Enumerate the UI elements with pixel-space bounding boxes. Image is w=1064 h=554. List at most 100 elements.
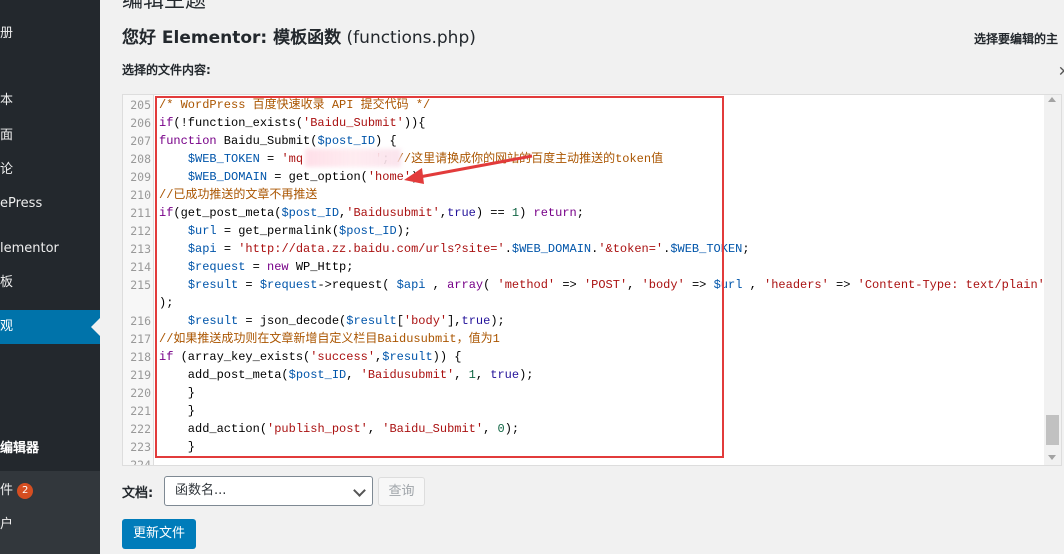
close-icon[interactable]: ✕	[1058, 64, 1064, 80]
code-token: $post_ID	[339, 224, 397, 238]
code-token: 'Baidusubmit'	[346, 206, 440, 220]
line-number: 207	[130, 134, 151, 148]
update-file-button[interactable]: 更新文件	[122, 519, 196, 549]
sidebar-item-1[interactable]: 本	[0, 84, 100, 118]
sidebar-item-label: 板	[0, 275, 14, 290]
code-token: if	[159, 350, 174, 364]
line-number: 215	[130, 278, 151, 292]
sidebar-item-label: ePress	[0, 196, 43, 211]
code-token: '&token='	[598, 242, 664, 256]
code-text: add_action('publish_post', 'Baidu_Submit…	[159, 420, 519, 438]
code-token: function	[159, 134, 217, 148]
code-text: //已成功推送的文章不再推送	[159, 186, 317, 204]
code-text: if(get_post_meta($post_ID,'Baidusubmit',…	[159, 204, 584, 222]
line-number: 214	[130, 260, 151, 274]
code-token: //已成功推送的文章不再推送	[159, 188, 318, 202]
code-token: ,	[425, 278, 448, 292]
code-token: /* WordPress 百度快速收录 API 提交代码 */	[159, 98, 431, 112]
code-token: 1	[468, 368, 476, 382]
code-text: $url = get_permalink($post_ID);	[159, 222, 411, 240]
code-token: (get_post_meta(	[173, 206, 282, 220]
sidebar-item-label: 面	[0, 128, 14, 143]
line-number: 219	[130, 368, 151, 382]
code-token: true	[447, 206, 476, 220]
redacted-token-blur	[305, 149, 401, 167]
code-token: = get_permalink(	[216, 224, 340, 238]
code-token: $request	[259, 278, 318, 292]
sidebar-item-templates[interactable]: 板	[0, 266, 100, 300]
code-token: =	[238, 278, 260, 292]
code-token: ,	[483, 422, 498, 436]
code-token: );	[519, 368, 534, 382]
line-number: 216	[130, 314, 151, 328]
code-token: $WEB_DOMAIN	[187, 170, 268, 184]
code-token: (	[483, 278, 498, 292]
code-token: $url	[187, 224, 217, 238]
code-token: );	[396, 224, 412, 238]
editor-scrollbar[interactable]	[1044, 95, 1061, 465]
sidebar-item-2[interactable]: 面	[0, 119, 100, 153]
code-text: }	[159, 438, 195, 456]
line-number: 223	[130, 440, 151, 454]
admin-sidebar: 册 本 面 论 ePress lementor 板 观 编辑器 件2 户	[0, 0, 100, 554]
code-token: ],	[447, 314, 462, 328]
code-token: =	[259, 152, 282, 166]
code-token: (!function_exists(	[173, 116, 304, 130]
code-token: =>	[828, 278, 858, 292]
sidebar-item-0[interactable]: 册	[0, 17, 100, 51]
line-number: 212	[130, 224, 151, 238]
code-token: add_post_meta(	[159, 368, 289, 382]
scrollbar-thumb[interactable]	[1046, 415, 1059, 445]
code-token: = json_decode(	[238, 314, 347, 328]
code-token: $api	[396, 278, 426, 292]
code-token: $result	[187, 278, 239, 292]
line-number: 213	[130, 242, 151, 256]
code-token: add_action(	[159, 422, 268, 436]
code-token: $request	[187, 260, 246, 274]
file-content-label: 选择的文件内容:	[122, 63, 211, 77]
code-token: $post_ID	[317, 134, 376, 148]
line-number: 220	[130, 386, 151, 400]
code-text: $result = $request->request( $api , arra…	[159, 276, 1052, 294]
code-token: 'publish_post'	[267, 422, 368, 436]
sidebar-item-elementor[interactable]: lementor	[0, 232, 100, 266]
sidebar-item-3[interactable]: 论	[0, 153, 100, 187]
sidebar-item-wordpress[interactable]: ePress	[0, 187, 100, 221]
code-token: $result	[382, 350, 433, 364]
code-token: $result	[187, 314, 239, 328]
code-text: $WEB_DOMAIN = get_option('home');	[159, 168, 426, 186]
code-token: ) ==	[475, 206, 512, 220]
code-token: ,	[454, 368, 469, 382]
code-token: }	[159, 440, 196, 454]
lookup-button[interactable]: 查询	[378, 477, 425, 506]
sidebar-item-users[interactable]: 户	[0, 508, 100, 542]
code-token: = get_option(	[267, 170, 368, 184]
code-text: );	[159, 294, 173, 312]
code-token: Baidu_Submit(	[216, 134, 318, 148]
code-token: ,	[742, 278, 765, 292]
page-title: 编辑主题	[122, 0, 206, 12]
line-number: 217	[130, 332, 151, 346]
code-token: true	[490, 368, 520, 382]
sidebar-item-label: 论	[0, 162, 14, 177]
sidebar-item-appearance[interactable]: 观	[0, 310, 100, 344]
sidebar-item-plugins[interactable]: 件2	[0, 474, 100, 508]
line-number: 206	[130, 116, 151, 130]
code-token: $WEB_DOMAIN	[511, 242, 592, 256]
code-token: ;	[742, 242, 750, 256]
sidebar-item-editor[interactable]: 编辑器	[0, 432, 100, 466]
code-token: true	[461, 314, 491, 328]
code-token: (array_key_exists(	[173, 350, 311, 364]
code-token: }	[159, 404, 196, 418]
code-editor[interactable]: 205/* WordPress 百度快速收录 API 提交代码 */206 if(…	[122, 94, 1062, 466]
line-number: 218	[130, 350, 151, 364]
file-title-filename: (functions.php)	[346, 28, 476, 48]
function-name-select[interactable]: 函数名...	[164, 476, 373, 506]
scroll-up-icon[interactable]	[1048, 97, 1056, 102]
scroll-down-icon[interactable]	[1048, 455, 1056, 460]
code-text: //如果推送成功则在文章新增自定义栏目Baidusubmit，值为1	[159, 330, 500, 348]
line-number	[123, 294, 151, 312]
line-number: 222	[130, 422, 151, 436]
